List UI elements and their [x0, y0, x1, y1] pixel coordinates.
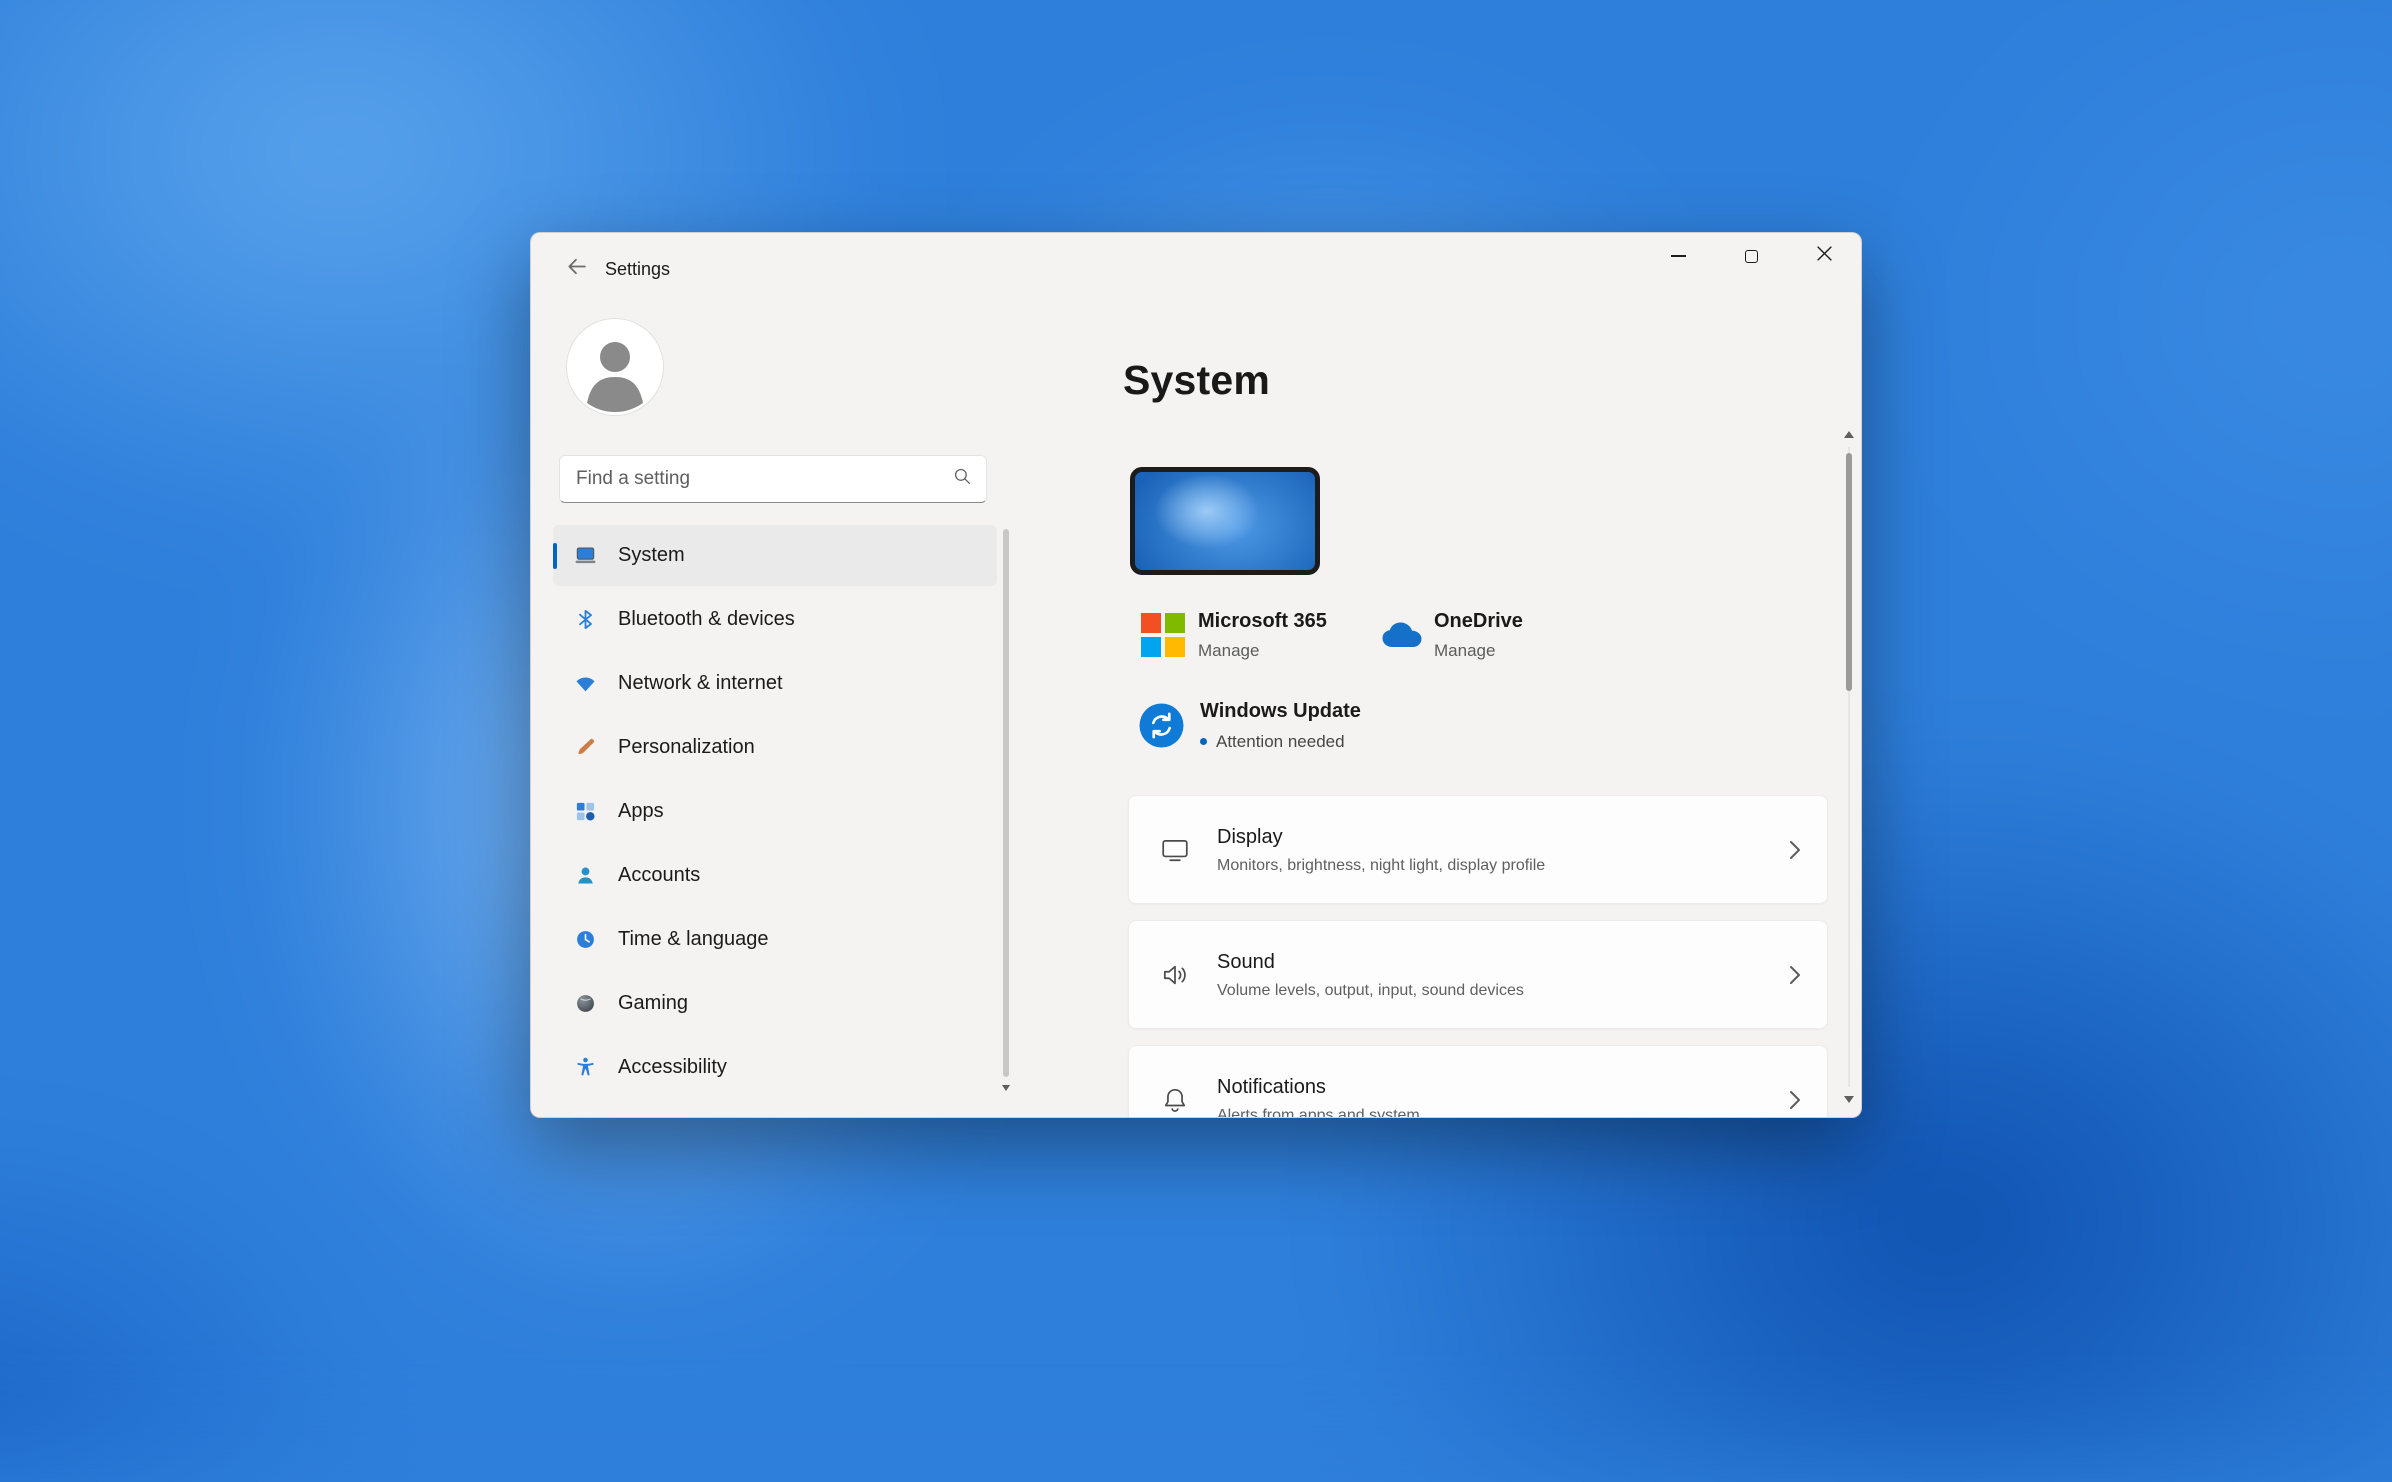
service-name: Microsoft 365	[1198, 610, 1327, 632]
sidebar-item-label: Gaming	[618, 992, 689, 1014]
accessibility-icon	[573, 1056, 597, 1080]
main-content: System Microsoft 365 Manage OneDrive Man…	[1123, 233, 1828, 1118]
windows-update-status: Attention needed	[1216, 732, 1345, 751]
sidebar-item-label: Accounts	[618, 864, 701, 886]
chevron-right-icon	[1789, 1090, 1801, 1110]
person-icon	[567, 319, 663, 415]
onedrive-link[interactable]: OneDrive Manage	[1379, 609, 1523, 660]
window-title: Settings	[605, 259, 671, 279]
back-button[interactable]	[559, 253, 593, 285]
sidebar-scrollbar[interactable]	[1001, 529, 1011, 1109]
card-description: Volume levels, output, input, sound devi…	[1217, 981, 1524, 999]
system-icon	[573, 544, 597, 568]
card-title: Display	[1217, 825, 1283, 848]
card-description: Alerts from apps and system	[1217, 1106, 1420, 1118]
sidebar-item-accessibility[interactable]: Accessibility	[553, 1037, 997, 1098]
content-scrollbar-thumb[interactable]	[1846, 453, 1852, 691]
card-title: Sound	[1217, 950, 1275, 973]
network-icon	[573, 672, 597, 696]
content-scrollbar[interactable]	[1843, 431, 1855, 1103]
sidebar-scroll-down-icon[interactable]	[1002, 1085, 1010, 1091]
chevron-right-icon	[1789, 965, 1801, 985]
sidebar-nav: System Bluetooth & devices Network & int…	[553, 525, 997, 1101]
search-icon	[953, 467, 972, 491]
page-title: System	[1123, 357, 1271, 403]
apps-icon	[573, 800, 597, 824]
time-language-icon	[573, 928, 597, 952]
user-avatar[interactable]	[567, 319, 663, 415]
windows-update-title: Windows Update	[1200, 700, 1361, 722]
gaming-icon	[573, 992, 597, 1016]
microsoft-365-icon	[1141, 612, 1185, 657]
sidebar-item-accounts[interactable]: Accounts	[553, 845, 997, 906]
sidebar-item-label: System	[618, 544, 685, 566]
selected-indicator	[553, 542, 557, 569]
sidebar-item-apps[interactable]: Apps	[553, 781, 997, 842]
card-description: Monitors, brightness, night light, displ…	[1217, 856, 1546, 874]
card-title: Notifications	[1217, 1075, 1326, 1098]
sidebar-item-label: Bluetooth & devices	[618, 608, 795, 630]
sidebar-item-system[interactable]: System	[553, 525, 997, 586]
windows-update-link[interactable]: Windows Update Attention needed	[1139, 699, 1361, 751]
sidebar-item-bluetooth-devices[interactable]: Bluetooth & devices	[553, 589, 997, 650]
sidebar-item-time-language[interactable]: Time & language	[553, 909, 997, 970]
sidebar-item-label: Personalization	[618, 736, 755, 758]
sound-icon	[1159, 960, 1191, 990]
settings-window: Settings Find a setting System Bluetooth…	[530, 232, 1862, 1118]
manage-link[interactable]: Manage	[1198, 641, 1327, 660]
attention-dot	[1200, 738, 1207, 745]
search-input[interactable]	[576, 468, 953, 490]
accounts-icon	[573, 864, 597, 888]
manage-link[interactable]: Manage	[1434, 641, 1523, 660]
content-scroll-down-icon[interactable]	[1844, 1096, 1854, 1103]
onedrive-icon	[1379, 618, 1427, 652]
sidebar-item-network-internet[interactable]: Network & internet	[553, 653, 997, 714]
sidebar-item-label: Network & internet	[618, 672, 783, 694]
device-thumbnail	[1130, 467, 1320, 575]
sidebar-item-label: Accessibility	[618, 1056, 727, 1078]
card-display[interactable]: Display Monitors, brightness, night ligh…	[1128, 795, 1828, 904]
content-scroll-up-icon[interactable]	[1844, 431, 1854, 438]
sidebar-item-label: Time & language	[618, 928, 769, 950]
service-name: OneDrive	[1434, 610, 1523, 632]
back-arrow-icon	[566, 256, 587, 282]
settings-card-list: Display Monitors, brightness, night ligh…	[1128, 795, 1828, 1118]
microsoft-365-link[interactable]: Microsoft 365 Manage	[1141, 609, 1327, 660]
display-icon	[1159, 835, 1191, 865]
bluetooth-icon	[573, 608, 597, 632]
sidebar-item-personalization[interactable]: Personalization	[553, 717, 997, 778]
chevron-right-icon	[1789, 840, 1801, 860]
card-notifications[interactable]: Notifications Alerts from apps and syste…	[1128, 1045, 1828, 1118]
personalization-icon	[573, 736, 597, 760]
sidebar-item-label: Apps	[618, 800, 664, 822]
notifications-icon	[1159, 1085, 1191, 1115]
sidebar-item-gaming[interactable]: Gaming	[553, 973, 997, 1034]
windows-update-icon	[1139, 703, 1184, 748]
search-box	[559, 455, 987, 503]
sidebar-scrollbar-thumb[interactable]	[1003, 529, 1009, 1077]
card-sound[interactable]: Sound Volume levels, output, input, soun…	[1128, 920, 1828, 1029]
